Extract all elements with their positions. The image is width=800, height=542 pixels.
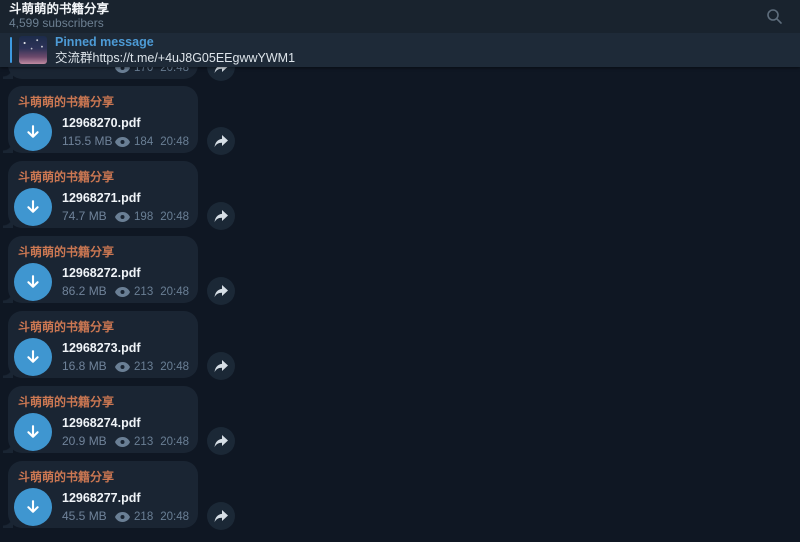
eye-icon — [115, 512, 130, 522]
message-meta: 213 20:48 — [115, 436, 189, 448]
telegram-channel-window: 斗萌萌的书籍分享 4,599 subscribers Pinned messag… — [0, 0, 800, 542]
view-count: 213 — [134, 361, 153, 373]
file-name: 12968274.pdf — [62, 416, 141, 431]
message-time: 20:48 — [160, 211, 189, 223]
sender-name: 斗萌萌的书籍分享 — [18, 393, 188, 410]
message-meta: 170 20:48 — [115, 67, 189, 74]
sender-name: 斗萌萌的书籍分享 — [18, 243, 188, 260]
download-button[interactable] — [14, 413, 52, 451]
message-bubble[interactable]: 斗萌萌的书籍分享 12968273.pdf 16.8 MB — [8, 311, 198, 378]
download-arrow-icon — [24, 123, 42, 141]
file-name: 12968271.pdf — [62, 191, 141, 206]
message-row: 斗萌萌的书籍分享 12968271.pdf 74.7 MB — [8, 161, 268, 228]
message-row: 斗萌萌的书籍分享 12968273.pdf 16.8 MB — [8, 311, 268, 378]
file-name: 12968277.pdf — [62, 491, 141, 506]
sender-name: 斗萌萌的书籍分享 — [18, 93, 188, 110]
forward-arrow-icon — [214, 360, 228, 373]
download-button[interactable] — [14, 113, 52, 151]
message-time: 20:48 — [160, 436, 189, 448]
eye-icon — [115, 137, 130, 147]
eye-icon — [115, 437, 130, 447]
message-row: 斗萌萌的书籍分享 12968277.pdf 45.5 MB — [8, 461, 268, 528]
file-name: 12968273.pdf — [62, 341, 141, 356]
pinned-texts: Pinned message 交流群https://t.me/+4uJ8G05E… — [55, 35, 295, 66]
message-bubble[interactable]: 斗萌萌的书籍分享 12968274.pdf 20.9 MB — [8, 386, 198, 453]
pinned-thumbnail-image — [19, 36, 47, 64]
forward-button[interactable] — [207, 202, 235, 230]
message-bubble[interactable]: 斗萌萌的书籍分享 12968277.pdf 45.5 MB — [8, 461, 198, 528]
message-meta: 198 20:48 — [115, 211, 189, 223]
eye-icon — [115, 362, 130, 372]
view-count: 198 — [134, 211, 153, 223]
message-meta: 218 20:48 — [115, 511, 189, 523]
download-button[interactable] — [14, 263, 52, 301]
forward-button[interactable] — [207, 67, 235, 81]
message-time: 20:48 — [160, 286, 189, 298]
download-arrow-icon — [24, 273, 42, 291]
forward-arrow-icon — [214, 135, 228, 148]
message-row: 斗萌萌的书籍分享 12968272.pdf 86.2 MB — [8, 236, 268, 303]
search-button[interactable] — [762, 5, 786, 29]
eye-icon — [115, 287, 130, 297]
message-row-partial: 170 20:48 — [8, 67, 268, 79]
message-bubble[interactable]: 斗萌萌的书籍分享 12968270.pdf 115.5 MB — [8, 86, 198, 153]
view-count: 184 — [134, 136, 153, 148]
view-count: 218 — [134, 511, 153, 523]
forward-arrow-icon — [214, 67, 228, 74]
message-bubble[interactable]: 斗萌萌的书籍分享 12968271.pdf 74.7 MB — [8, 161, 198, 228]
message-bubble[interactable]: 斗萌萌的书籍分享 12968272.pdf 86.2 MB — [8, 236, 198, 303]
file-name: 12968270.pdf — [62, 116, 141, 131]
chat-header: 斗萌萌的书籍分享 4,599 subscribers — [0, 0, 800, 33]
file-name: 12968272.pdf — [62, 266, 141, 281]
message-bubble[interactable]: 170 20:48 — [8, 67, 198, 79]
eye-icon — [115, 212, 130, 222]
pinned-accent-bar — [10, 37, 12, 63]
download-arrow-icon — [24, 198, 42, 216]
message-meta: 184 20:48 — [115, 136, 189, 148]
message-meta: 213 20:48 — [115, 286, 189, 298]
forward-button[interactable] — [207, 502, 235, 530]
message-list[interactable]: 170 20:48 斗萌萌的书籍分享 — [0, 67, 800, 542]
forward-arrow-icon — [214, 510, 228, 523]
download-button[interactable] — [14, 338, 52, 376]
message-time: 20:48 — [160, 511, 189, 523]
view-count: 213 — [134, 286, 153, 298]
forward-arrow-icon — [214, 210, 228, 223]
message-row: 斗萌萌的书籍分享 12968274.pdf 20.9 MB — [8, 386, 268, 453]
message-time: 20:48 — [160, 67, 189, 74]
forward-arrow-icon — [214, 285, 228, 298]
eye-icon — [115, 67, 130, 73]
view-count: 170 — [134, 67, 153, 74]
forward-button[interactable] — [207, 277, 235, 305]
sender-name: 斗萌萌的书籍分享 — [18, 318, 188, 335]
download-button[interactable] — [14, 488, 52, 526]
download-arrow-icon — [24, 348, 42, 366]
pinned-label: Pinned message — [55, 35, 295, 50]
view-count: 213 — [134, 436, 153, 448]
message-time: 20:48 — [160, 136, 189, 148]
forward-arrow-icon — [214, 435, 228, 448]
download-button[interactable] — [14, 188, 52, 226]
sender-name: 斗萌萌的书籍分享 — [18, 468, 188, 485]
message-time: 20:48 — [160, 361, 189, 373]
message-row: 斗萌萌的书籍分享 12968270.pdf 115.5 MB — [8, 86, 268, 153]
pinned-message-text: 交流群https://t.me/+4uJ8G05EEgwwYWM1 — [55, 51, 295, 66]
chat-header-info[interactable]: 斗萌萌的书籍分享 4,599 subscribers — [9, 2, 109, 31]
sender-name: 斗萌萌的书籍分享 — [18, 168, 188, 185]
download-arrow-icon — [24, 498, 42, 516]
message-meta: 213 20:48 — [115, 361, 189, 373]
search-icon — [766, 8, 783, 25]
download-arrow-icon — [24, 423, 42, 441]
chat-title: 斗萌萌的书籍分享 — [9, 2, 109, 16]
chat-subscribers-count: 4,599 subscribers — [9, 17, 109, 31]
forward-button[interactable] — [207, 352, 235, 380]
pinned-message-bar[interactable]: Pinned message 交流群https://t.me/+4uJ8G05E… — [0, 33, 800, 67]
forward-button[interactable] — [207, 427, 235, 455]
forward-button[interactable] — [207, 127, 235, 155]
